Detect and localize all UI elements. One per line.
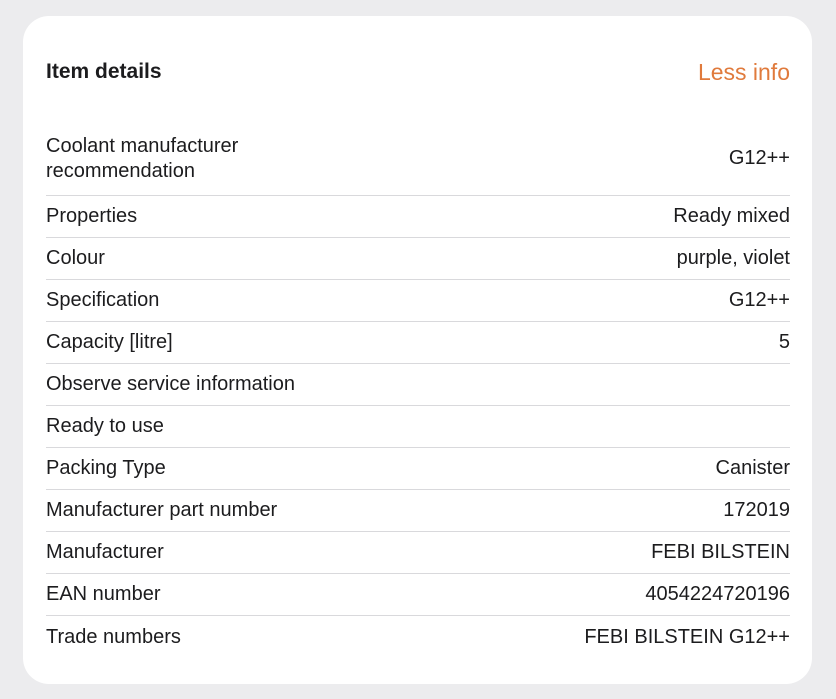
details-list: Coolant manufacturer recommendation G12+… [46, 122, 790, 658]
detail-label: Properties [46, 205, 138, 227]
detail-label: Ready to use [46, 415, 164, 437]
detail-label: Trade numbers [46, 625, 181, 648]
less-info-link[interactable]: Less info [698, 59, 790, 86]
detail-row-part-number: Manufacturer part number 172019 [46, 490, 790, 532]
detail-label: Colour [46, 247, 105, 269]
detail-value: FEBI BILSTEIN [651, 541, 790, 563]
detail-row-specification: Specification G12++ [46, 280, 790, 322]
detail-row-capacity: Capacity [litre] 5 [46, 322, 790, 364]
detail-value: FEBI BILSTEIN G12++ [584, 625, 790, 648]
card-title: Item details [46, 60, 162, 83]
detail-label: Packing Type [46, 457, 166, 479]
detail-value: 172019 [723, 499, 790, 521]
detail-row-colour: Colour purple, violet [46, 238, 790, 280]
detail-value: Canister [715, 457, 790, 479]
card-header: Item details Less info [46, 54, 790, 90]
detail-value: G12++ [728, 147, 790, 169]
detail-value: Ready mixed [673, 205, 790, 227]
detail-value: purple, violet [676, 247, 790, 269]
detail-label: Manufacturer part number [46, 499, 278, 521]
detail-label: Manufacturer [46, 541, 164, 563]
detail-label: Observe service information [46, 373, 295, 395]
detail-row-trade-numbers: Trade numbers FEBI BILSTEIN G12++ [46, 616, 790, 658]
detail-label: Coolant manufacturer recommendation [46, 134, 239, 182]
detail-label: Specification [46, 289, 160, 311]
detail-row-ready-to-use: Ready to use [46, 406, 790, 448]
detail-value: 5 [778, 331, 790, 353]
detail-value: G12++ [728, 289, 790, 311]
detail-label: Capacity [litre] [46, 331, 173, 353]
detail-value: 4054224720196 [645, 583, 790, 605]
detail-row-ean: EAN number 4054224720196 [46, 574, 790, 616]
item-details-card: Item details Less info Coolant manufactu… [23, 16, 812, 684]
detail-row-coolant-recommendation: Coolant manufacturer recommendation G12+… [46, 122, 790, 196]
detail-row-properties: Properties Ready mixed [46, 196, 790, 238]
detail-row-observe-service: Observe service information [46, 364, 790, 406]
detail-row-packing-type: Packing Type Canister [46, 448, 790, 490]
detail-label: EAN number [46, 583, 161, 605]
detail-row-manufacturer: Manufacturer FEBI BILSTEIN [46, 532, 790, 574]
